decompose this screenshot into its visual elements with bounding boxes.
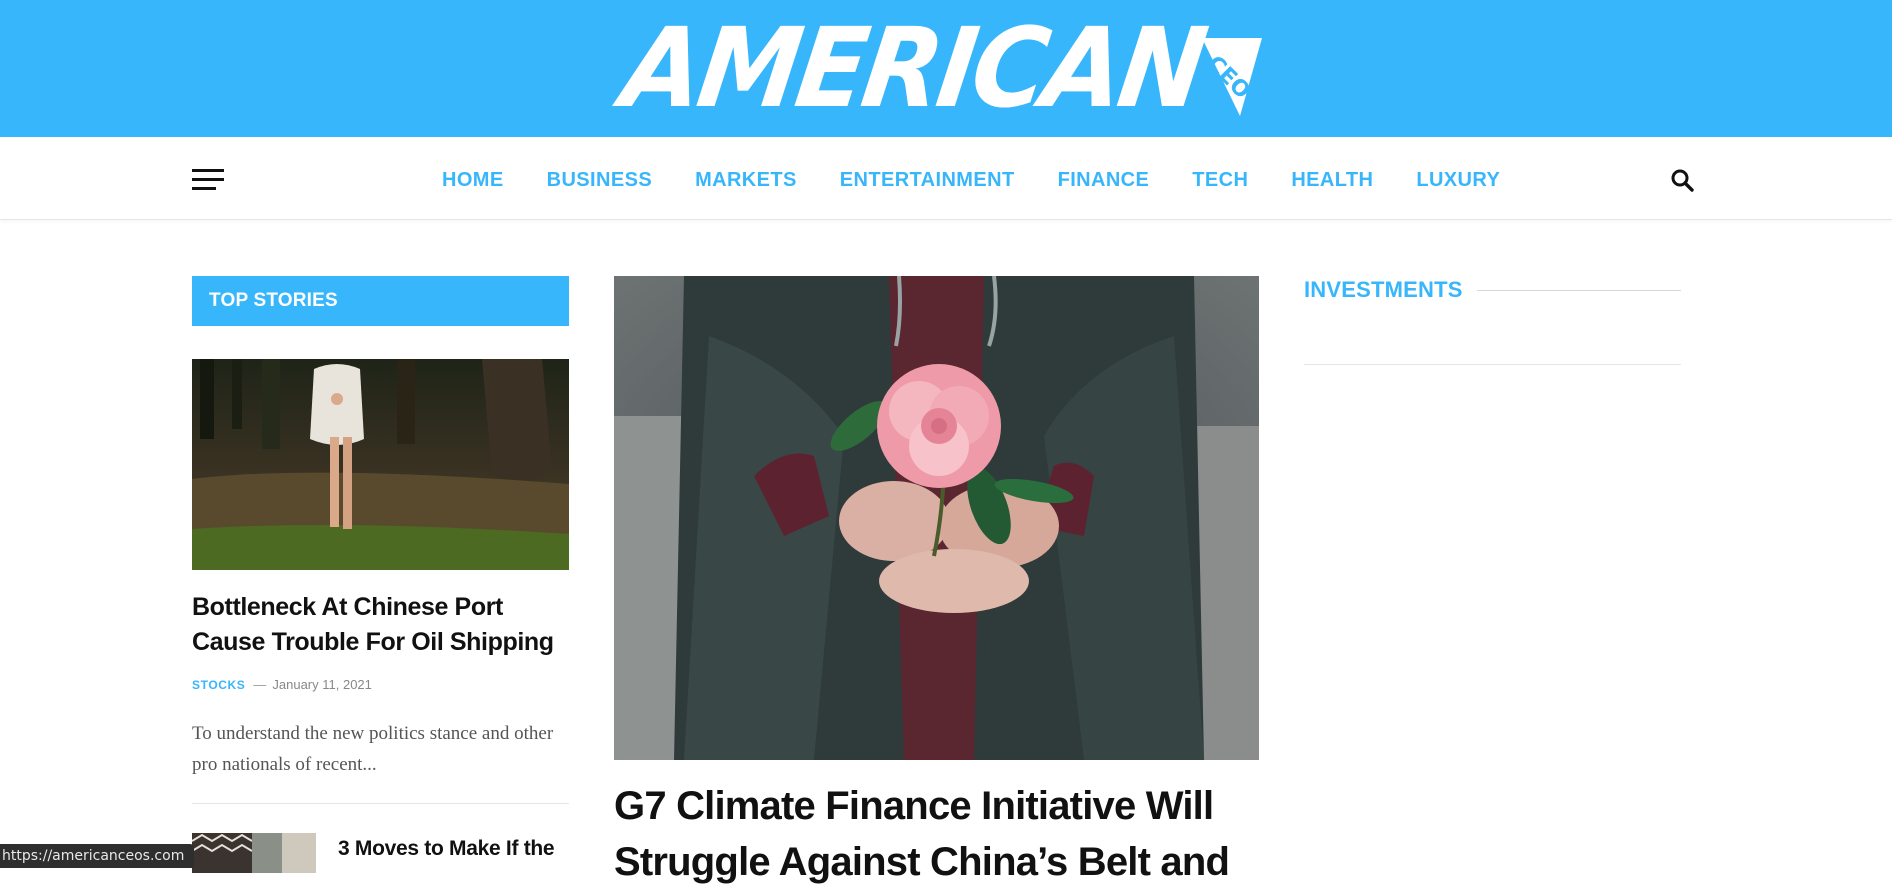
hamburger-icon[interactable] (192, 169, 224, 191)
nav-item-luxury[interactable]: LUXURY (1416, 169, 1500, 192)
feature-story-title[interactable]: G7 Climate Finance Initiative Will Strug… (614, 778, 1259, 890)
logo-wordmark: AMERICAN (615, 4, 1211, 132)
lead-story-title[interactable]: Bottleneck At Chinese Port Cause Trouble… (192, 590, 569, 660)
nav-item-home[interactable]: HOME (442, 169, 504, 192)
nav-item-finance[interactable]: FINANCE (1058, 169, 1150, 192)
next-story-title[interactable]: 3 Moves to Make If the (338, 834, 578, 864)
investments-heading: INVESTMENTS (1304, 274, 1681, 304)
top-stories-label: TOP STORIES (209, 290, 338, 311)
brand-header: AMERICAN CEO (0, 0, 1892, 137)
lead-story-meta: STOCKS — January 11, 2021 (192, 677, 372, 692)
nav-item-health[interactable]: HEALTH (1291, 169, 1373, 192)
lead-story-date: January 11, 2021 (272, 677, 372, 692)
lead-story-image[interactable] (192, 359, 569, 570)
nav-item-entertainment[interactable]: ENTERTAINMENT (840, 169, 1015, 192)
nav-item-tech[interactable]: TECH (1192, 169, 1248, 192)
meta-separator: — (253, 677, 267, 692)
link-status-url: https://americanceos.com (0, 844, 195, 868)
divider (192, 803, 569, 804)
main-nav: HOME BUSINESS MARKETS ENTERTAINMENT FINA… (442, 166, 1543, 194)
search-icon[interactable] (1670, 168, 1694, 192)
top-stories-heading: TOP STORIES (192, 276, 569, 326)
heading-rule (1477, 290, 1681, 291)
next-story-thumbnail[interactable] (192, 833, 316, 873)
nav-item-business[interactable]: BUSINESS (547, 169, 652, 192)
logo-badge: CEO (1184, 38, 1262, 116)
site-logo[interactable]: AMERICAN CEO (615, 4, 1262, 132)
feature-story-image[interactable] (614, 276, 1259, 760)
lead-story-category[interactable]: STOCKS (192, 678, 245, 692)
lead-story-excerpt: To understand the new politics stance an… (192, 723, 554, 775)
divider (1304, 364, 1681, 365)
nav-item-markets[interactable]: MARKETS (695, 169, 797, 192)
investments-label: INVESTMENTS (1304, 277, 1463, 302)
